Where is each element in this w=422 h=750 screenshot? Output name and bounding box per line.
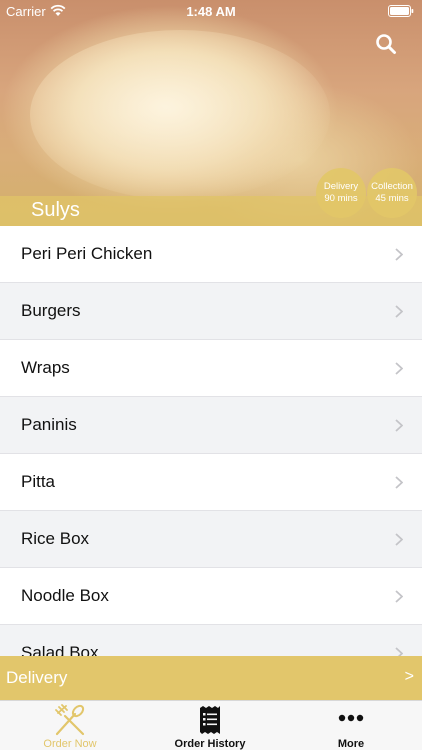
status-time: 1:48 AM bbox=[186, 4, 236, 19]
tab-more-label: More bbox=[337, 738, 365, 750]
delivery-mode-label: Delivery bbox=[6, 668, 68, 687]
delivery-mode-arrow: > bbox=[404, 668, 414, 685]
collection-badge-value: 45 mins bbox=[375, 193, 409, 204]
restaurant-name: Sulys bbox=[31, 199, 80, 221]
chevron-right-icon bbox=[395, 647, 403, 656]
delivery-badge-title: Delivery bbox=[323, 181, 359, 192]
chevron-right-icon bbox=[395, 248, 403, 261]
menu-item-noodle-box[interactable]: Noodle Box bbox=[0, 568, 422, 625]
chevron-right-icon bbox=[395, 419, 403, 432]
menu-item-paninis[interactable]: Paninis bbox=[0, 397, 422, 454]
search-icon[interactable] bbox=[374, 32, 398, 56]
menu-item-label: Paninis bbox=[21, 415, 77, 434]
chevron-right-icon bbox=[395, 476, 403, 489]
menu-item-label: Rice Box bbox=[21, 529, 90, 548]
battery-icon bbox=[388, 5, 414, 17]
tab-order-history[interactable]: Order History bbox=[140, 701, 280, 750]
menu-item-salad-box[interactable]: Salad Box bbox=[0, 625, 422, 656]
tab-bar: Order Now Order History More bbox=[0, 700, 422, 750]
hero-food-highlight bbox=[30, 30, 330, 200]
chevron-right-icon bbox=[395, 590, 403, 603]
chevron-right-icon bbox=[395, 305, 403, 318]
menu-item-pitta[interactable]: Pitta bbox=[0, 454, 422, 511]
chevron-right-icon bbox=[395, 362, 403, 375]
collection-time-badge: Collection 45 mins bbox=[367, 168, 417, 218]
menu-item-label: Wraps bbox=[21, 358, 70, 377]
menu-item-label: Peri Peri Chicken bbox=[21, 244, 153, 263]
delivery-mode-bar[interactable]: Delivery > bbox=[0, 656, 422, 700]
receipt-icon bbox=[200, 706, 220, 734]
menu-item-label: Burgers bbox=[21, 301, 81, 320]
menu-item-burgers[interactable]: Burgers bbox=[0, 283, 422, 340]
tab-order-history-label: Order History bbox=[174, 738, 246, 750]
tab-order-now[interactable]: Order Now bbox=[0, 701, 140, 750]
menu-item-label: Pitta bbox=[21, 472, 56, 491]
menu-item-peri-peri-chicken[interactable]: Peri Peri Chicken bbox=[0, 226, 422, 283]
chevron-right-icon bbox=[395, 533, 403, 546]
tab-more[interactable]: More bbox=[280, 701, 422, 750]
tab-order-now-label: Order Now bbox=[43, 738, 97, 750]
menu-item-rice-box[interactable]: Rice Box bbox=[0, 511, 422, 568]
menu-category-list: Peri Peri Chicken Burgers Wraps Paninis … bbox=[0, 226, 422, 656]
fork-knife-icon bbox=[55, 704, 85, 736]
menu-item-label: Noodle Box bbox=[21, 586, 109, 605]
delivery-time-badge: Delivery 90 mins bbox=[316, 168, 366, 218]
menu-item-wraps[interactable]: Wraps bbox=[0, 340, 422, 397]
collection-badge-title: Collection bbox=[371, 181, 413, 192]
more-dots-icon bbox=[338, 714, 364, 722]
status-bar: Carrier 1:48 AM bbox=[0, 0, 422, 22]
delivery-badge-value: 90 mins bbox=[324, 193, 358, 204]
menu-item-label: Salad Box bbox=[21, 643, 99, 656]
